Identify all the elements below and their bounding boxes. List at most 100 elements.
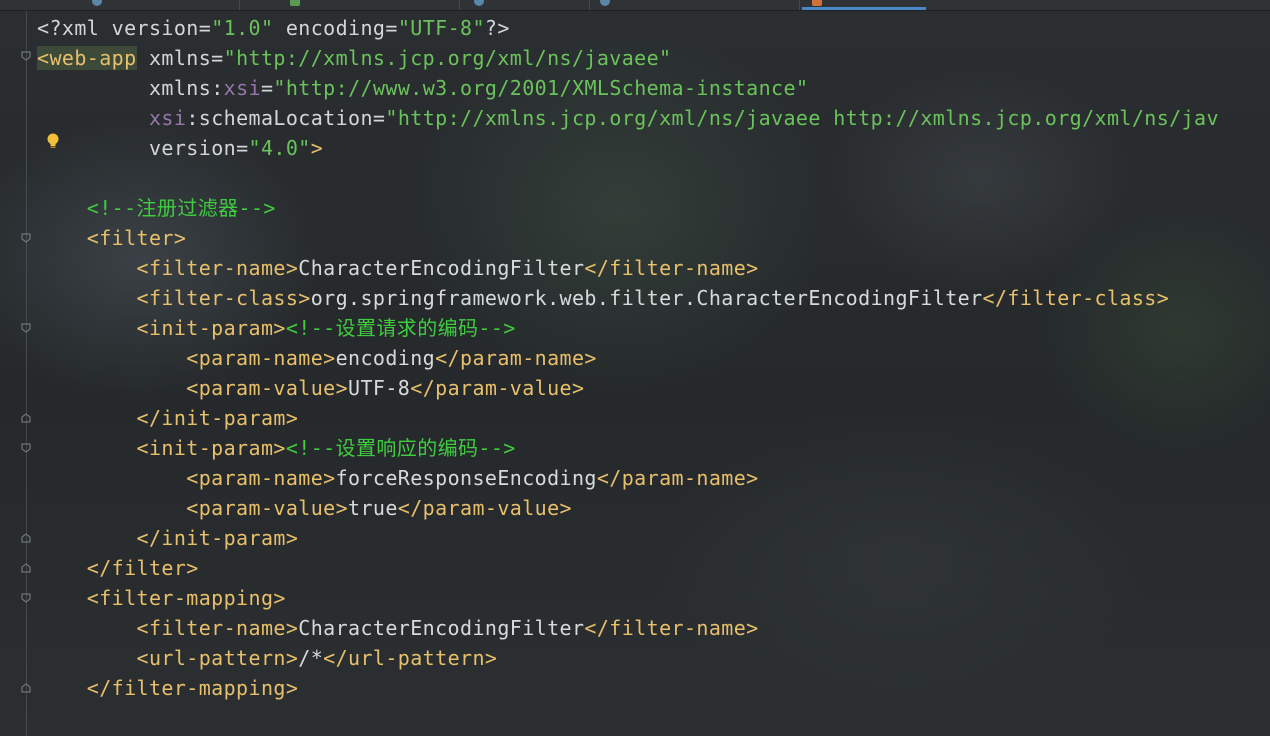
editor-tab[interactable] [0, 0, 240, 10]
code-line[interactable]: <param-value>UTF-8</param-value> [37, 373, 1219, 403]
code-token: version= [148, 136, 249, 160]
xml-code-editor[interactable]: <?xml version="1.0" encoding="UTF-8"?> <w… [37, 13, 1219, 703]
code-line[interactable]: xsi:schemaLocation="http://xmlns.jcp.org… [37, 103, 1219, 133]
tab-separator [239, 0, 240, 10]
code-line[interactable]: <filter-class>org.springframework.web.fi… [37, 283, 1219, 313]
code-token: "4.0" [248, 136, 311, 160]
code-token: </init-param> [136, 406, 299, 430]
code-line[interactable]: <filter-mapping> [37, 583, 1219, 613]
file-type-icon [600, 0, 610, 6]
code-line[interactable]: </init-param> [37, 403, 1219, 433]
code-token: <web-app [37, 46, 137, 70]
code-token: </filter-mapping> [86, 676, 299, 700]
code-token: <init-param> [136, 436, 286, 460]
code-token: <!--设置响应的编码--> [285, 436, 516, 460]
editor-tab[interactable] [280, 0, 460, 10]
code-token: <param-name> [186, 466, 336, 490]
code-token: "http://xmlns.jcp.org/xml/ns/javaee http… [385, 106, 1219, 130]
code-token: /* [298, 646, 324, 670]
code-token: xmlns: [148, 76, 224, 100]
code-token: <filter-mapping> [86, 586, 286, 610]
code-token: <filter-class> [136, 286, 311, 310]
code-token: xmlns= [136, 46, 224, 70]
fold-marker-icon[interactable] [20, 322, 32, 334]
code-token: CharacterEncodingFilter [298, 256, 585, 280]
fold-marker-icon[interactable] [20, 232, 32, 244]
code-token: org.springframework.web.filter.Character… [310, 286, 983, 310]
code-token: <param-name> [186, 346, 336, 370]
code-token: encoding [335, 346, 436, 370]
code-line[interactable]: <web-app xmlns="http://xmlns.jcp.org/xml… [37, 43, 1219, 73]
fold-marker-icon[interactable] [20, 442, 32, 454]
code-line[interactable]: <?xml version="1.0" encoding="UTF-8"?> [37, 13, 1219, 43]
gutter-divider [26, 11, 27, 736]
code-line[interactable]: version="4.0"> [37, 133, 1219, 163]
code-line[interactable] [37, 163, 1219, 193]
code-token: "http://www.w3.org/2001/XMLSchema-instan… [273, 76, 809, 100]
code-token: > [310, 136, 324, 160]
code-token: <init-param> [136, 316, 286, 340]
code-token: <filter> [86, 226, 187, 250]
code-token: </param-name> [596, 466, 759, 490]
code-token: </param-value> [410, 376, 585, 400]
fold-marker-icon[interactable] [20, 562, 32, 574]
fold-marker-icon[interactable] [20, 50, 32, 62]
editor-tab[interactable] [590, 0, 800, 10]
editor-tab-active[interactable] [802, 0, 926, 10]
code-token: </filter-name> [584, 616, 759, 640]
code-line[interactable]: <filter-name>CharacterEncodingFilter</fi… [37, 253, 1219, 283]
fold-marker-icon[interactable] [20, 532, 32, 544]
code-line[interactable]: <param-value>true</param-value> [37, 493, 1219, 523]
code-token: <param-value> [186, 496, 349, 520]
code-token: <url-pattern> [136, 646, 299, 670]
code-token: forceResponseEncoding [335, 466, 597, 490]
code-line[interactable]: <init-param><!--设置响应的编码--> [37, 433, 1219, 463]
code-token: UTF-8 [348, 376, 411, 400]
code-line[interactable]: <filter-name>CharacterEncodingFilter</fi… [37, 613, 1219, 643]
code-token: </url-pattern> [323, 646, 498, 670]
code-token: :schemaLocation= [186, 106, 386, 130]
code-token: </filter> [86, 556, 199, 580]
code-line[interactable]: <param-name>forceResponseEncoding</param… [37, 463, 1219, 493]
code-token: <!--注册过滤器--> [86, 196, 276, 220]
code-token: encoding= [273, 16, 398, 40]
code-token: CharacterEncodingFilter [298, 616, 585, 640]
code-line[interactable]: <!--注册过滤器--> [37, 193, 1219, 223]
code-token: true [348, 496, 398, 520]
editor-tab-bar [0, 0, 1270, 11]
code-line[interactable]: <init-param><!--设置请求的编码--> [37, 313, 1219, 343]
code-token: <?xml version= [37, 16, 212, 40]
code-token: </param-name> [435, 346, 597, 370]
code-line[interactable]: <url-pattern>/*</url-pattern> [37, 643, 1219, 673]
editor-tab[interactable] [460, 0, 590, 10]
code-line[interactable]: </init-param> [37, 523, 1219, 553]
code-token: ?> [484, 16, 510, 40]
fold-marker-icon[interactable] [20, 592, 32, 604]
code-token: <filter-name> [136, 616, 299, 640]
code-line[interactable]: <filter> [37, 223, 1219, 253]
code-token: </init-param> [136, 526, 299, 550]
code-line[interactable]: </filter-mapping> [37, 673, 1219, 703]
code-token: "http://xmlns.jcp.org/xml/ns/javaee" [223, 46, 672, 70]
code-token: <filter-name> [136, 256, 299, 280]
fold-marker-icon[interactable] [20, 412, 32, 424]
code-line[interactable]: </filter> [37, 553, 1219, 583]
code-token: xsi [223, 76, 261, 100]
code-line[interactable]: <param-name>encoding</param-name> [37, 343, 1219, 373]
file-type-icon [92, 0, 102, 6]
fold-marker-icon[interactable] [20, 682, 32, 694]
code-line[interactable]: xmlns:xsi="http://www.w3.org/2001/XMLSch… [37, 73, 1219, 103]
